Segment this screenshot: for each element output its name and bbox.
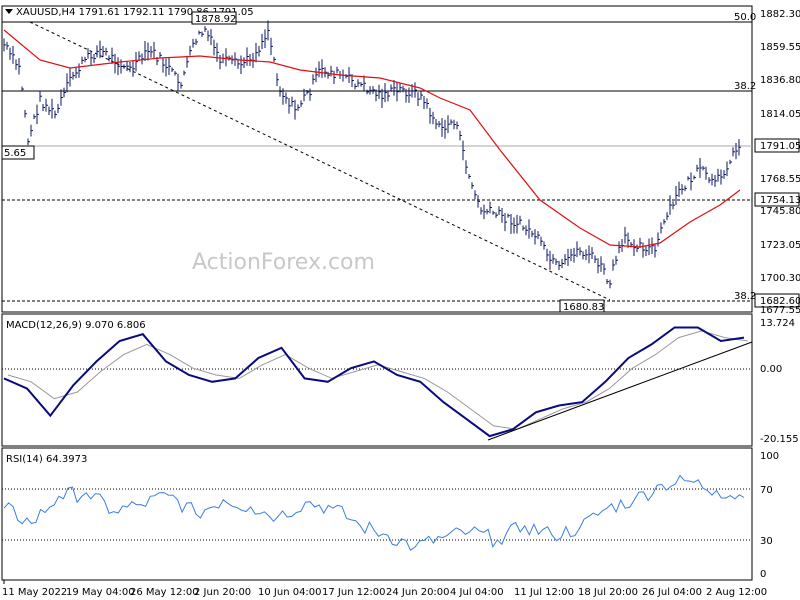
rsi-tick: 30 <box>760 536 773 547</box>
price-tick: 1814.05 <box>760 109 800 120</box>
left-label: 5.65 <box>4 148 26 159</box>
macd-panel-frame <box>1 313 753 447</box>
price-panel-frame <box>1 5 753 313</box>
rsi-title: RSI(14) 64.3973 <box>6 454 87 465</box>
chart-window: ActionForex.com XAUUSD,H4 1791.61 1792.1… <box>0 0 800 600</box>
macd-title: MACD(12,26,9) 9.070 6.806 <box>6 320 146 331</box>
price-tick: 1677.55 <box>760 305 800 316</box>
time-label: 18 Jul 20:00 <box>578 587 638 598</box>
macd-tick: -20.155 <box>760 434 799 445</box>
fib-label-50: 50.0 <box>734 12 756 23</box>
watermark: ActionForex.com <box>192 250 375 275</box>
rsi-tick: 0 <box>760 569 766 580</box>
high-label: 1878.92 <box>195 14 236 25</box>
current-price-tick: 1791.05 <box>760 141 800 152</box>
time-axis: 11 May 2022 19 May 04:00 26 May 12:00 2 … <box>2 580 767 598</box>
time-label: 2 Aug 12:00 <box>706 587 767 598</box>
macd-tick: 13.724 <box>760 318 795 329</box>
time-label: 11 Jul 12:00 <box>514 587 574 598</box>
support-price-tick: 1754.13 <box>760 195 800 206</box>
price-tick: 1859.55 <box>760 42 800 53</box>
time-label: 24 Jun 20:00 <box>386 587 450 598</box>
time-label: 4 Jul 04:00 <box>450 587 504 598</box>
time-label: 19 May 04:00 <box>66 587 135 598</box>
fib-label-38-low: 38.2 <box>734 291 756 302</box>
price-tick: 1723.05 <box>760 240 800 251</box>
price-tick: 1836.80 <box>760 75 800 86</box>
price-tick: 1882.30 <box>760 9 800 20</box>
macd-tick: 0.00 <box>760 364 782 375</box>
time-label: 2 Jun 20:00 <box>194 587 251 598</box>
time-label: 11 May 2022 <box>2 587 67 598</box>
rsi-tick: 70 <box>760 485 773 496</box>
price-tick: 1700.30 <box>760 273 800 284</box>
rsi-tick: 100 <box>760 451 779 462</box>
time-label: 26 Jul 04:00 <box>642 587 702 598</box>
rsi-panel-frame <box>1 447 753 581</box>
price-tick: 1745.80 <box>760 206 800 217</box>
chart-canvas: ActionForex.com XAUUSD,H4 1791.61 1792.1… <box>1 5 800 598</box>
fib-label-38-top: 38.2 <box>734 81 756 92</box>
time-label: 17 Jun 12:00 <box>322 587 386 598</box>
price-axis: 1882.30 1859.55 1836.80 1814.05 1791.05 … <box>754 9 800 316</box>
price-tick: 1768.55 <box>760 174 800 185</box>
time-label: 26 May 12:00 <box>130 587 199 598</box>
time-label: 10 Jun 04:00 <box>258 587 322 598</box>
low-label: 1680.83 <box>563 302 604 313</box>
